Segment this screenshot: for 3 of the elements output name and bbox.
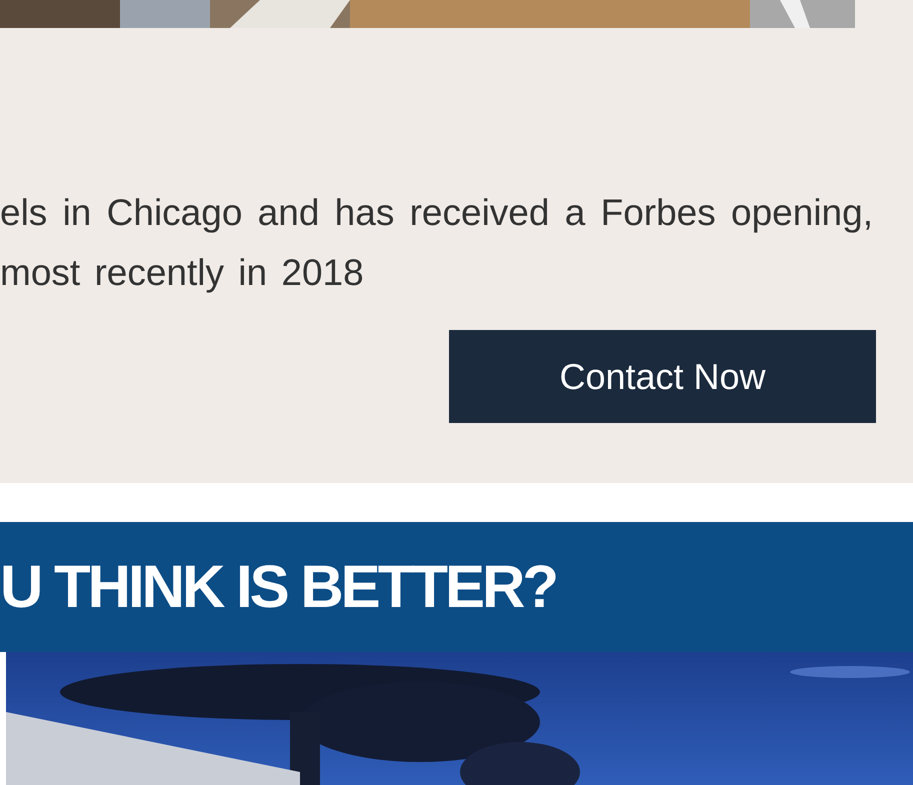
contact-now-button[interactable]: Contact Now [449,330,876,423]
paragraph: els in Chicago and has received a Forbes opening, most recently in 2018 [0,191,873,295]
banner-heading: U THINK IS BETTER? [0,552,557,622]
